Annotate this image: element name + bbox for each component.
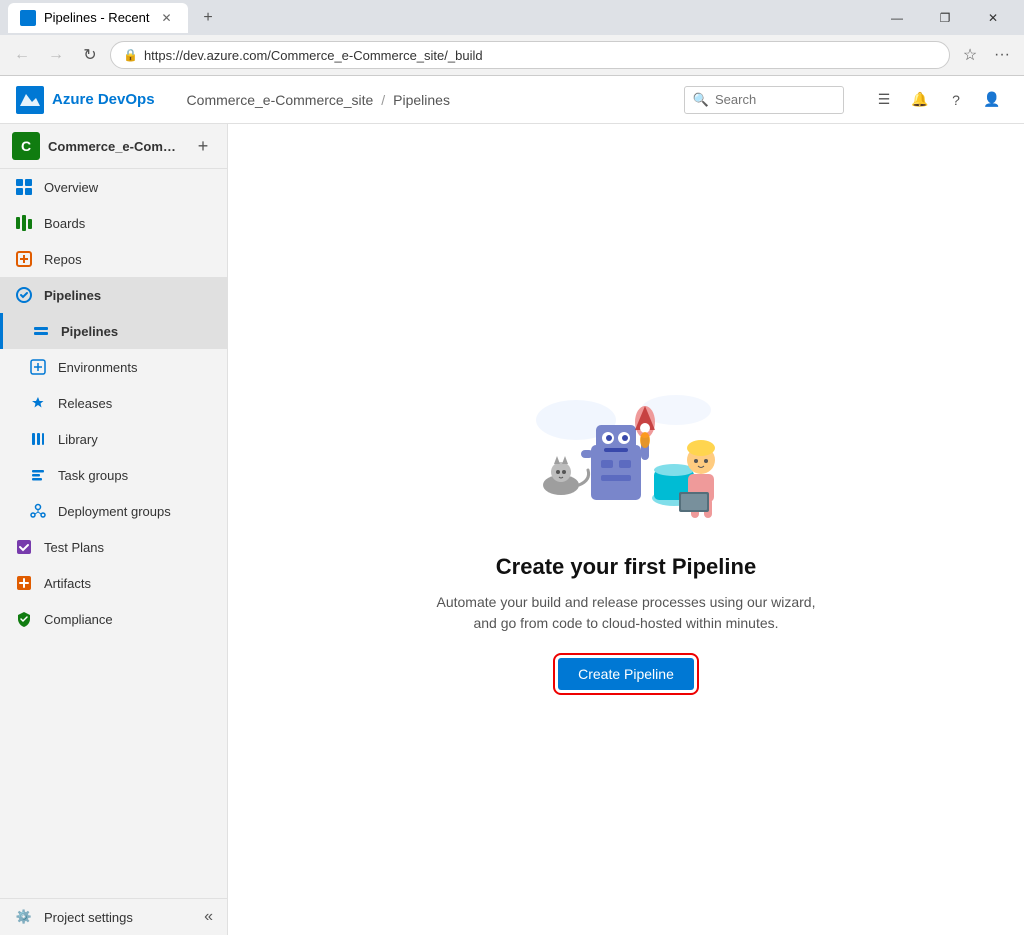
sidebar-label-repos: Repos: [44, 252, 82, 267]
breadcrumb-project: Commerce_e-Commerce_site: [187, 92, 374, 108]
sidebar-label-environments: Environments: [58, 360, 137, 375]
window-controls: — ❐ ✕: [874, 0, 1016, 35]
sidebar-label-pipelines-sub: Pipelines: [61, 324, 118, 339]
sidebar-item-project-settings[interactable]: ⚙️ Project settings «: [0, 899, 227, 935]
favorites-button[interactable]: ☆: [956, 41, 984, 69]
tab-title: Pipelines - Recent: [44, 10, 150, 25]
maximize-button[interactable]: ❐: [922, 0, 968, 35]
create-pipeline-button[interactable]: Create Pipeline: [558, 658, 694, 690]
search-icon: 🔍: [693, 92, 709, 108]
sidebar-item-repos[interactable]: Repos: [0, 241, 227, 277]
sidebar-item-compliance[interactable]: Compliance: [0, 601, 227, 637]
add-project-button[interactable]: +: [191, 134, 215, 158]
sidebar-item-test-plans[interactable]: Test Plans: [0, 529, 227, 565]
project-name: Commerce_e-Commerc...: [48, 139, 183, 154]
sidebar-label-library: Library: [58, 432, 98, 447]
tab-favicon: [20, 10, 36, 26]
breadcrumb-separator: /: [381, 92, 385, 108]
notifications-icon[interactable]: 🔔: [904, 84, 936, 116]
deployment-groups-icon: [28, 501, 48, 521]
sidebar-label-compliance: Compliance: [44, 612, 113, 627]
azure-devops-logo[interactable]: Azure DevOps: [16, 86, 155, 114]
empty-illustration: [516, 370, 736, 530]
boards-icon: [14, 213, 34, 233]
breadcrumb-page: Pipelines: [393, 92, 450, 108]
sidebar-label-deployment-groups: Deployment groups: [58, 504, 171, 519]
sidebar-item-overview[interactable]: Overview: [0, 169, 227, 205]
releases-icon: [28, 393, 48, 413]
settings-icon: ⚙️: [14, 907, 34, 927]
empty-state: Create your first Pipeline Automate your…: [426, 370, 826, 690]
pipelines-icon: [14, 285, 34, 305]
url-text: https://dev.azure.com/Commerce_e-Commerc…: [144, 48, 483, 63]
back-button[interactable]: ←: [8, 41, 36, 69]
empty-state-heading: Create your first Pipeline: [496, 554, 756, 580]
artifacts-icon: [14, 573, 34, 593]
sidebar-label-releases: Releases: [58, 396, 112, 411]
user-icon[interactable]: 👤: [976, 84, 1008, 116]
environments-icon: [28, 357, 48, 377]
logo-text: Azure DevOps: [52, 91, 155, 108]
sidebar-label-task-groups: Task groups: [58, 468, 128, 483]
more-button[interactable]: ···: [988, 41, 1016, 69]
search-box[interactable]: 🔍: [684, 86, 844, 114]
address-bar[interactable]: 🔒 https://dev.azure.com/Commerce_e-Comme…: [110, 41, 950, 69]
sidebar-item-pipelines[interactable]: Pipelines: [0, 277, 227, 313]
sidebar-label-project-settings: Project settings: [44, 910, 133, 925]
help-icon[interactable]: ?: [940, 84, 972, 116]
sidebar-bottom: ⚙️ Project settings «: [0, 898, 227, 935]
compliance-icon: [14, 609, 34, 629]
search-input[interactable]: [715, 92, 835, 107]
task-groups-icon: [28, 465, 48, 485]
close-button[interactable]: ✕: [970, 0, 1016, 35]
forward-button[interactable]: →: [42, 41, 70, 69]
collapse-icon[interactable]: «: [204, 908, 213, 926]
project-avatar: C: [12, 132, 40, 160]
app-header: Azure DevOps Commerce_e-Commerce_site / …: [0, 76, 1024, 124]
pipelines-sub-icon: [31, 321, 51, 341]
overview-icon: [14, 177, 34, 197]
sidebar-item-deployment-groups[interactable]: Deployment groups: [0, 493, 227, 529]
refresh-button[interactable]: ↻: [76, 41, 104, 69]
sidebar-item-pipelines-sub[interactable]: Pipelines: [0, 313, 227, 349]
sidebar-label-pipelines: Pipelines: [44, 288, 101, 303]
sidebar-item-boards[interactable]: Boards: [0, 205, 227, 241]
repos-icon: [14, 249, 34, 269]
project-header: C Commerce_e-Commerc... +: [0, 124, 227, 169]
sidebar-label-boards: Boards: [44, 216, 85, 231]
test-plans-icon: [14, 537, 34, 557]
browser-tab[interactable]: Pipelines - Recent ✕: [8, 3, 188, 33]
sidebar-item-library[interactable]: Library: [0, 421, 227, 457]
breadcrumb: Commerce_e-Commerce_site / Pipelines: [187, 92, 450, 108]
library-icon: [28, 429, 48, 449]
tab-close-icon[interactable]: ✕: [162, 11, 172, 25]
sidebar-item-releases[interactable]: Releases: [0, 385, 227, 421]
main-content: Create your first Pipeline Automate your…: [228, 124, 1024, 935]
lock-icon: 🔒: [123, 48, 138, 62]
sidebar-item-artifacts[interactable]: Artifacts: [0, 565, 227, 601]
minimize-button[interactable]: —: [874, 0, 920, 35]
sidebar-label-artifacts: Artifacts: [44, 576, 91, 591]
sidebar-item-environments[interactable]: Environments: [0, 349, 227, 385]
empty-state-description: Automate your build and release processe…: [426, 592, 826, 634]
sidebar-label-test-plans: Test Plans: [44, 540, 104, 555]
sidebar: C Commerce_e-Commerc... + Overview: [0, 124, 228, 935]
new-tab-button[interactable]: +: [194, 4, 222, 32]
sidebar-item-task-groups[interactable]: Task groups: [0, 457, 227, 493]
sidebar-label-overview: Overview: [44, 180, 98, 195]
list-icon[interactable]: ☰: [868, 84, 900, 116]
